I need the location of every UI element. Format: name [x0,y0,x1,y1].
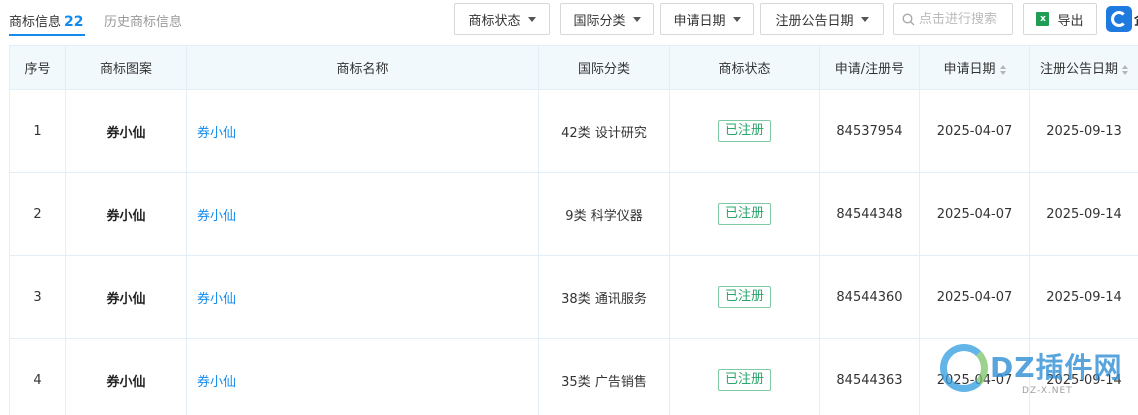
table-row: 4 券小仙 券小仙 35类 广告销售 已注册 84544363 2025-04-… [9,338,1138,415]
status-badge: 已注册 [717,286,771,308]
cell-intl-class: 35类 广告销售 [538,338,670,415]
active-tab-indicator [9,34,85,36]
cropped-label: 企 [1134,10,1138,30]
header-announce-date-label: 注册公告日期 [1039,62,1118,77]
tab-trademark-info[interactable]: 商标信息 22 [9,11,84,30]
header-reg-no: 申请/注册号 [819,45,920,90]
search-icon [902,12,915,25]
trademark-name-link[interactable]: 券小仙 [197,126,236,141]
intl-class-filter-dropdown[interactable]: 国际分类 [560,3,654,35]
status-badge: 已注册 [717,369,771,391]
cell-reg-no: 84537954 [819,89,920,173]
table-row: 1 券小仙 券小仙 42类 设计研究 已注册 84537954 2025-04-… [9,89,1138,173]
top-bar: 商标信息22 历史商标信息 商标状态 国际分类 申请日期 注册公告日期 x导出 … [0,0,1138,44]
header-announce-date[interactable]: 注册公告日期 [1029,45,1138,90]
cell-reg-no: 84544360 [819,255,920,339]
cell-announce-date: 2025-09-14 [1029,338,1138,415]
cell-intl-class: 9类 科学仪器 [538,172,670,256]
status-badge: 已注册 [717,203,771,225]
tab-trademark-count: 22 [64,14,84,30]
cell-apply-date: 2025-04-07 [919,172,1030,256]
search-input[interactable] [919,11,1009,27]
chevron-down-icon [732,16,741,22]
search-box [893,3,1013,35]
header-pattern: 商标图案 [65,45,187,90]
status-filter-dropdown[interactable]: 商标状态 [454,3,550,35]
cell-reg-no: 84544348 [819,172,920,256]
cell-index: 3 [9,255,66,339]
trademark-pattern: 券小仙 [65,172,187,256]
sort-icon[interactable] [1122,64,1128,75]
cell-reg-no: 84544363 [819,338,920,415]
cell-index: 4 [9,338,66,415]
cell-index: 2 [9,172,66,256]
cell-apply-date: 2025-04-07 [919,89,1030,173]
chevron-down-icon [632,16,641,22]
header-name: 商标名称 [186,45,539,90]
table-header-row: 序号 商标图案 商标名称 国际分类 商标状态 申请/注册号 申请日期 注册公告日… [9,45,1138,90]
chevron-down-icon [527,16,536,22]
trademark-pattern: 券小仙 [65,338,187,415]
cell-apply-date: 2025-04-07 [919,338,1030,415]
chevron-down-icon [860,16,869,22]
cell-intl-class: 38类 通讯服务 [538,255,670,339]
table-row: 2 券小仙 券小仙 9类 科学仪器 已注册 84544348 2025-04-0… [9,172,1138,256]
trademark-pattern: 券小仙 [65,255,187,339]
tab-trademark-info-label: 商标信息 [9,15,62,30]
announce-date-filter-dropdown[interactable]: 注册公告日期 [760,3,884,35]
header-intl-class: 国际分类 [538,45,670,90]
excel-icon: x [1036,12,1050,26]
status-badge: 已注册 [717,120,771,142]
apply-date-filter-dropdown[interactable]: 申请日期 [660,3,754,35]
cell-apply-date: 2025-04-07 [919,255,1030,339]
intl-class-filter-label: 国际分类 [573,13,626,29]
cell-intl-class: 42类 设计研究 [538,89,670,173]
cell-index: 1 [9,89,66,173]
cell-announce-date: 2025-09-13 [1029,89,1138,173]
export-button[interactable]: x 导出 [1023,3,1097,35]
cell-announce-date: 2025-09-14 [1029,172,1138,256]
header-status: 商标状态 [669,45,820,90]
sort-icon[interactable] [999,64,1006,75]
tab-history-trademark[interactable]: 历史商标信息 [104,11,182,30]
header-apply-date-label: 申请日期 [943,62,996,77]
trademark-name-link[interactable]: 券小仙 [197,292,236,307]
app-logo-icon[interactable] [1106,6,1132,32]
trademark-pattern: 券小仙 [65,89,187,173]
header-apply-date[interactable]: 申请日期 [919,45,1030,90]
trademark-table: 序号 商标图案 商标名称 国际分类 商标状态 申请/注册号 申请日期 注册公告日… [9,45,1138,415]
header-index: 序号 [9,45,66,90]
cell-announce-date: 2025-09-14 [1029,255,1138,339]
apply-date-filter-label: 申请日期 [673,13,726,29]
trademark-name-link[interactable]: 券小仙 [197,375,236,390]
trademark-name-link[interactable]: 券小仙 [197,209,236,224]
table-row: 3 券小仙 券小仙 38类 通讯服务 已注册 84544360 2025-04-… [9,255,1138,339]
announce-date-filter-label: 注册公告日期 [775,13,854,29]
export-label: 导出 [1057,13,1084,29]
status-filter-label: 商标状态 [468,13,521,29]
